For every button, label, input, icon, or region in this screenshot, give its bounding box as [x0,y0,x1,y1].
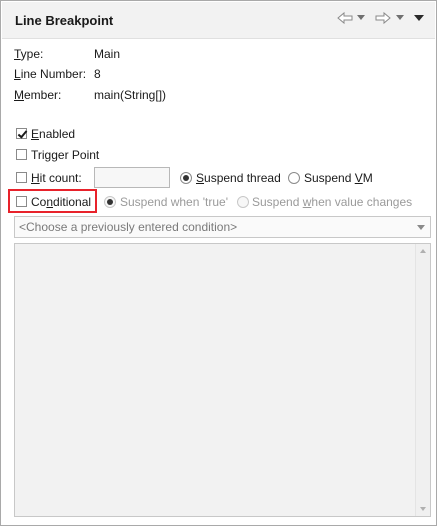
forward-dropdown-button[interactable] [396,15,404,21]
forward-arrow-icon [375,11,391,25]
hit-count-input[interactable] [94,167,170,188]
member-label-rest: ember: [24,88,62,102]
suspend-when-true-label[interactable]: Suspend when 'true' [120,195,228,209]
condition-editor[interactable] [14,243,431,517]
title-bar: Line Breakpoint [2,2,435,39]
forward-button[interactable] [374,11,392,25]
hit-count-checkbox[interactable] [16,172,27,183]
panel-title: Line Breakpoint [15,13,114,28]
back-arrow-icon [337,11,353,25]
type-value: Main [94,47,121,61]
enabled-label[interactable]: Enabled [31,127,75,141]
suspend-when-true-radio[interactable] [104,196,116,208]
chevron-down-icon [417,225,425,230]
suspend-vm-radio[interactable] [288,172,300,184]
line-number-value: 8 [94,67,101,81]
suspend-vm-label[interactable]: Suspend VM [304,171,373,185]
type-label-rest: ype: [20,47,44,61]
scroll-up-icon[interactable] [420,249,426,253]
dropdown-icon [396,15,404,20]
conditional-checkbox[interactable] [16,196,27,207]
suspend-value-changes-radio[interactable] [237,196,249,208]
type-label: Type: [14,47,44,61]
suspend-thread-label[interactable]: Suspend thread [196,171,281,185]
suspend-value-changes-label[interactable]: Suspend when value changes [252,195,412,209]
enabled-checkbox[interactable] [16,128,27,139]
back-button[interactable] [336,11,354,25]
editor-vertical-scrollbar[interactable] [415,244,430,516]
member-label: Member: [14,88,62,102]
view-menu-icon [414,15,424,21]
suspend-thread-radio[interactable] [180,172,192,184]
trigger-point-checkbox[interactable] [16,149,27,160]
line-number-label: Line Number: [14,67,87,81]
hit-count-label[interactable]: Hit count: [31,171,82,185]
line-number-label-rest: ine Number: [20,67,87,81]
condition-history-text: <Choose a previously entered condition> [19,220,238,234]
scroll-down-icon[interactable] [420,507,426,511]
back-dropdown-button[interactable] [357,15,365,21]
trigger-point-label[interactable]: Trigger Point [31,148,99,162]
view-menu-button[interactable] [414,14,424,22]
conditional-label[interactable]: Conditional [31,195,91,209]
condition-history-combo[interactable]: <Choose a previously entered condition> [14,216,431,238]
dropdown-icon [357,15,365,20]
breakpoint-panel: Line Breakpoint Type: Main Line Number: … [0,0,437,526]
member-value: main(String[]) [94,88,167,102]
